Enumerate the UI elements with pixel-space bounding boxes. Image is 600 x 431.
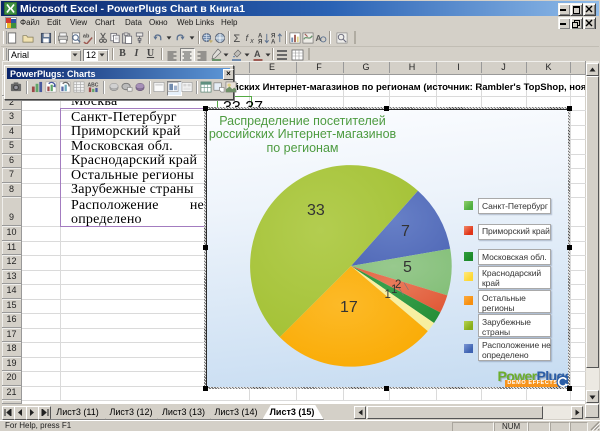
svg-text:x: x — [249, 36, 254, 44]
svg-text:ab: ab — [83, 34, 90, 40]
svg-text:Я: Я — [258, 40, 262, 44]
svg-text:А: А — [271, 40, 276, 44]
svg-text:Σ: Σ — [233, 33, 240, 44]
svg-text:f: f — [245, 33, 249, 43]
svg-text:A: A — [254, 49, 261, 59]
